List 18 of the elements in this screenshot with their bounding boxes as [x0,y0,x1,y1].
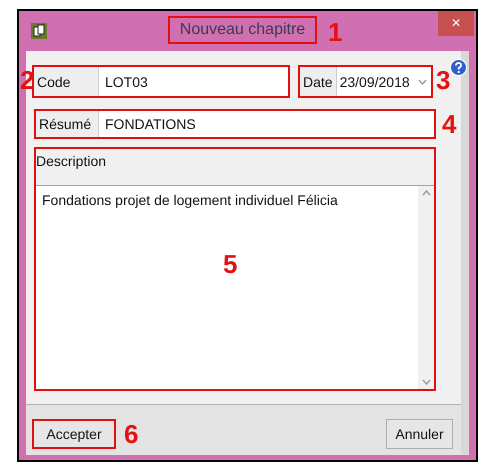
scroll-up-icon[interactable] [422,190,430,196]
summary-field[interactable]: Résumé FONDATIONS [34,109,436,139]
callout-number: 1 [328,19,342,45]
date-picker[interactable]: Date 23/09/2018 [298,65,433,98]
window-title: Nouveau chapitre [168,16,317,44]
cancel-button[interactable]: Annuler [386,419,453,449]
chevron-down-icon[interactable] [418,78,427,84]
close-button[interactable]: × [438,11,474,36]
help-icon[interactable] [450,59,467,76]
accept-button[interactable]: Accepter [32,419,116,449]
description-label: Description [36,152,108,171]
callout-number: 4 [442,111,456,137]
code-field[interactable]: Code LOT03 [32,65,290,98]
callout-number: 5 [223,251,238,277]
callout-number: 3 [436,67,450,93]
callout-number: 6 [124,421,138,447]
scroll-down-icon[interactable] [422,379,430,385]
app-icon [31,23,47,39]
